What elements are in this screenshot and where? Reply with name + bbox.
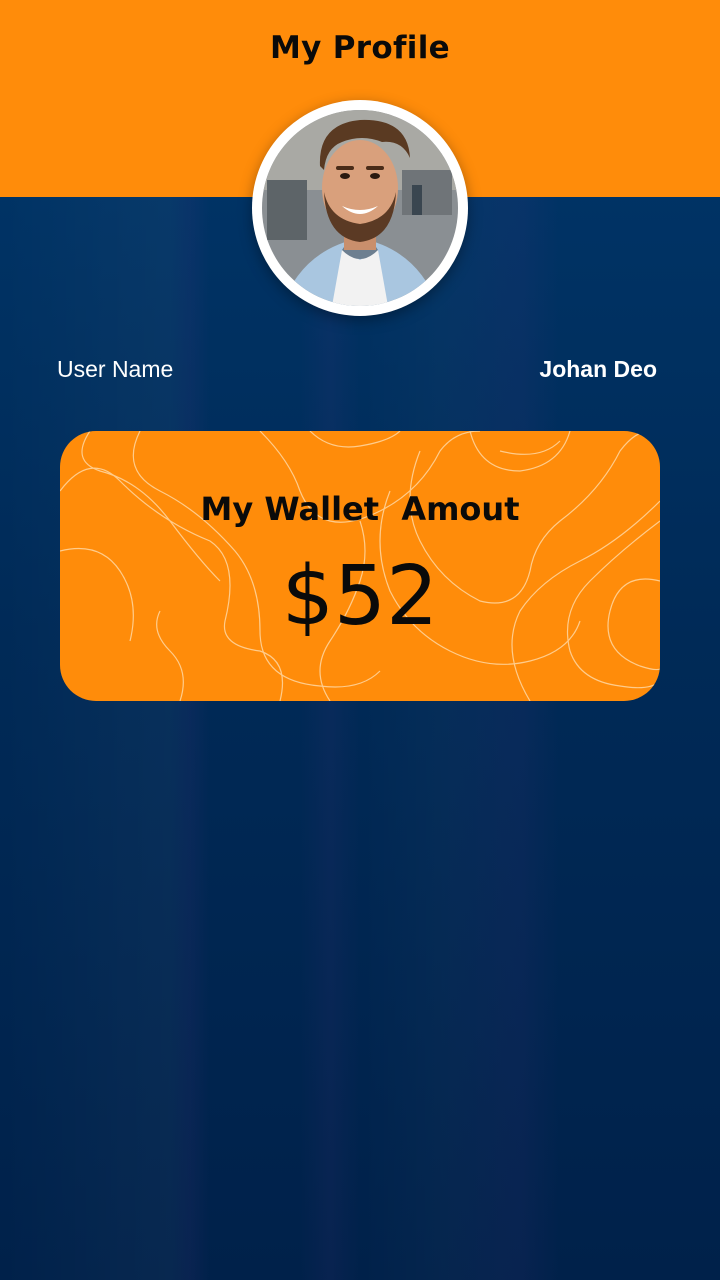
username-row: User Name Johan Deo [57,356,657,388]
avatar[interactable] [252,100,468,316]
username-label: User Name [57,356,174,382]
wallet-title: My Wallet Amout [200,490,520,528]
page-title: My Profile [270,30,450,66]
wallet-amount: $52 [281,549,439,644]
user-avatar-photo-icon [262,110,458,306]
username-value: Johan Deo [539,356,657,382]
